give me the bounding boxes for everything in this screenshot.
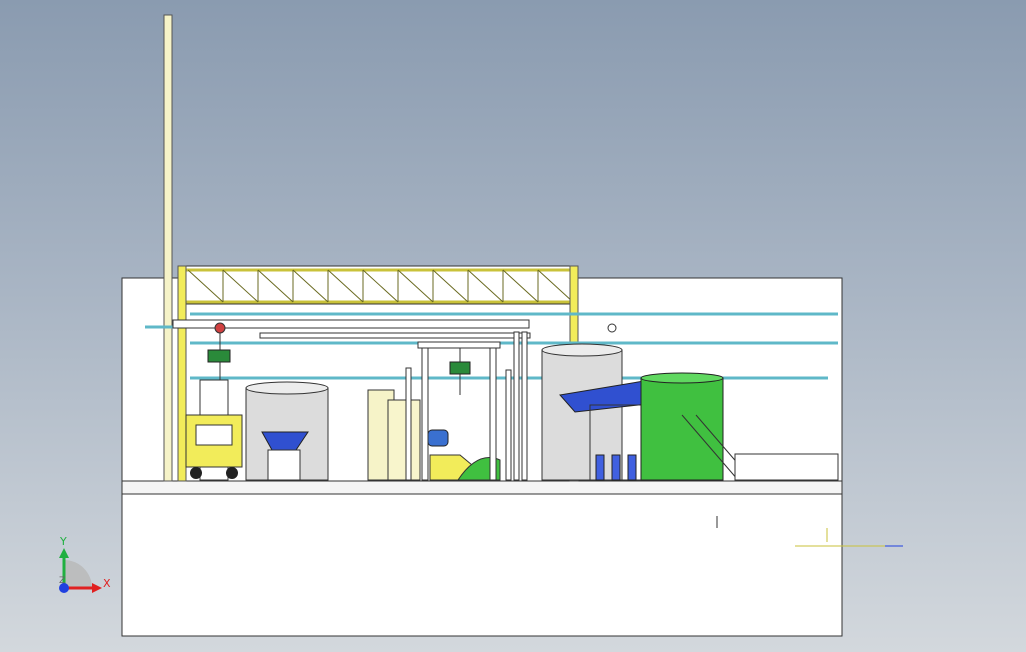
floor-slab (121, 480, 843, 495)
triad-y-arrow (59, 548, 69, 558)
inner-girder (417, 341, 501, 349)
triad-x-label: X (103, 577, 111, 590)
axis-triad: Y X Z (59, 535, 111, 593)
triad-x-arrow (92, 583, 102, 593)
chimney-stack (163, 14, 173, 482)
crane-girder (172, 319, 530, 329)
column-left (177, 265, 187, 482)
triad-z-sector (64, 560, 92, 588)
model-viewport[interactable]: Y X Z (0, 0, 1026, 652)
pipe-rack (259, 332, 531, 339)
storage-tank-1 (245, 381, 329, 481)
triad-z-label: Z (59, 576, 65, 586)
foundation-block (121, 493, 843, 637)
equipment-box (734, 453, 839, 481)
roof-truss (185, 265, 574, 305)
model-canvas[interactable]: Y X Z (0, 0, 1026, 652)
triad-y-label: Y (59, 535, 67, 548)
